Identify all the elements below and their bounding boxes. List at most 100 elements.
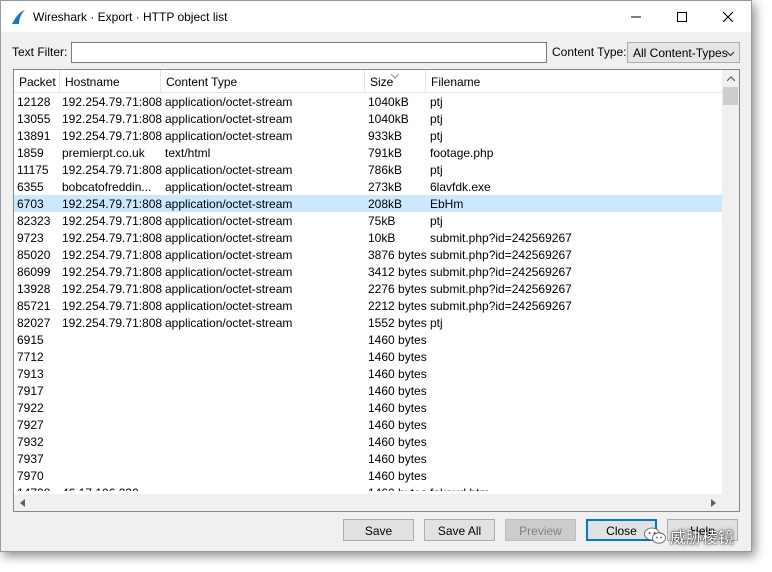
table-row[interactable]: 7970 1460 bytes: [14, 467, 722, 484]
title-bar[interactable]: Wireshark · Export · HTTP object list: [1, 1, 751, 32]
text-filter-label: Text Filter:: [12, 45, 68, 59]
hostname-cell: premierpt.co.uk: [62, 146, 145, 160]
size-cell: 1460 bytes: [368, 469, 427, 483]
table-row[interactable]: 11175 192.254.79.71:8080 application/octet…: [14, 161, 722, 178]
size-cell: 1040kB: [368, 95, 409, 109]
filename-cell: submit.php?id=242569267: [430, 265, 572, 279]
window-controls: [613, 1, 751, 32]
scroll-right-icon[interactable]: [705, 494, 722, 511]
packet-cell: 1859: [17, 146, 44, 160]
content-type-cell: application/octet-stream: [165, 112, 293, 126]
content-type-cell: application/octet-stream: [165, 95, 293, 109]
table-row[interactable]: 13891 192.254.79.71:8080 application/octet…: [14, 127, 722, 144]
table-row[interactable]: 6355 bobcatofreddin... application/octet-s…: [14, 178, 722, 195]
scrollbar-thumb[interactable]: [723, 87, 738, 105]
hostname-cell: 192.254.79.71:8080: [62, 129, 162, 143]
table-row[interactable]: 6915 1460 bytes: [14, 331, 722, 348]
packet-cell: 7937: [17, 452, 44, 466]
chevron-down-icon: [726, 47, 735, 61]
size-cell: 2212 bytes: [368, 299, 427, 313]
close-icon[interactable]: [705, 1, 751, 32]
save-all-button[interactable]: Save All: [424, 519, 495, 541]
vertical-scrollbar[interactable]: [722, 70, 739, 494]
maximize-icon[interactable]: [659, 1, 705, 32]
size-cell: 791kB: [368, 146, 403, 160]
wireshark-fin-icon: [5, 1, 31, 32]
content-type-cell: text/html: [165, 146, 211, 160]
content-type-cell: application/octet-stream: [165, 163, 293, 177]
size-cell: 3412 bytes: [368, 265, 427, 279]
table-row[interactable]: 85020 192.254.79.71:8080 application/octet…: [14, 246, 722, 263]
column-header-packet[interactable]: Packet: [14, 70, 60, 93]
table-row[interactable]: 7937 1460 bytes: [14, 450, 722, 467]
size-cell: 1460 bytes: [368, 367, 427, 381]
scrollbar-corner: [722, 494, 739, 511]
save-button[interactable]: Save: [343, 519, 414, 541]
hostname-cell: 192.254.79.71:8080: [62, 282, 162, 296]
hostname-cell: 192.254.79.71:8080: [62, 95, 162, 109]
packet-cell: 82323: [17, 214, 51, 228]
scroll-left-icon[interactable]: [14, 494, 31, 511]
column-label: Content Type: [166, 75, 238, 89]
column-header-filename[interactable]: Filename: [426, 70, 722, 93]
size-cell: 933kB: [368, 129, 403, 143]
hostname-cell: 192.254.79.71:8080: [62, 112, 162, 126]
filename-cell: ptj: [430, 129, 443, 143]
text-filter-input[interactable]: [71, 42, 547, 63]
filename-cell: EbHm: [430, 197, 464, 211]
size-cell: 1552 bytes: [368, 316, 427, 330]
table-row[interactable]: 86099 192.254.79.71:8080 application/octet…: [14, 263, 722, 280]
filename-cell: submit.php?id=242569267: [430, 299, 572, 313]
table-header: Packet Hostname Content Type Size Filena…: [14, 70, 722, 93]
column-header-content-type[interactable]: Content Type: [161, 70, 365, 93]
filter-row: Text Filter: Content Type: All Content-T…: [1, 39, 751, 65]
packet-cell: 13891: [17, 129, 51, 143]
table-row[interactable]: 7913 1460 bytes: [14, 365, 722, 382]
table-row[interactable]: 1470846.17.106.230 1460 bytesfakeurl.htm: [14, 484, 722, 491]
export-dialog: Wireshark · Export · HTTP object list Te…: [0, 0, 752, 552]
content-type-select[interactable]: All Content-Types: [627, 42, 740, 63]
table-row[interactable]: 13928 192.254.79.71:8080 application/octet…: [14, 280, 722, 297]
window-title: Wireshark · Export · HTTP object list: [33, 9, 228, 24]
size-cell: 1460 bytes: [368, 435, 427, 449]
table-row[interactable]: 7922 1460 bytes: [14, 399, 722, 416]
packet-cell: 9723: [17, 231, 44, 245]
table-row[interactable]: 7712 1460 bytes: [14, 348, 722, 365]
hostname-cell: 192.254.79.71:8080: [62, 299, 162, 313]
scroll-up-icon[interactable]: [722, 70, 739, 87]
table-row[interactable]: 82323 192.254.79.71:8080 application/octet…: [14, 212, 722, 229]
packet-cell: 6703: [17, 197, 44, 211]
packet-cell: 6915: [17, 333, 44, 347]
table-row[interactable]: 82027 192.254.79.71:8080 application/octet…: [14, 314, 722, 331]
table-row[interactable]: 7917 1460 bytes: [14, 382, 722, 399]
content-type-cell: application/octet-stream: [165, 282, 293, 296]
minimize-icon[interactable]: [613, 1, 659, 32]
preview-button[interactable]: Preview: [505, 519, 576, 541]
column-label: Hostname: [65, 75, 120, 89]
size-cell: 208kB: [368, 197, 403, 211]
column-header-size[interactable]: Size: [365, 70, 426, 93]
content-type-cell: application/octet-stream: [165, 180, 293, 194]
hostname-cell: 192.254.79.71:8080: [62, 214, 162, 228]
packet-cell: 86099: [17, 265, 51, 279]
horizontal-scrollbar[interactable]: [14, 494, 722, 511]
size-cell: 1040kB: [368, 112, 409, 126]
sort-descending-icon: [390, 70, 400, 82]
table-row[interactable]: 12128 192.254.79.71:8080 application/octet…: [14, 93, 722, 110]
filename-cell: submit.php?id=242569267: [430, 248, 572, 262]
table-row[interactable]: 7927 1460 bytes: [14, 416, 722, 433]
filename-cell: submit.php?id=242569267: [430, 282, 572, 296]
content-type-cell: application/octet-stream: [165, 248, 293, 262]
table-row[interactable]: 1859 premierpt.co.uk text/html 791kB footage…: [14, 144, 722, 161]
column-header-hostname[interactable]: Hostname: [60, 70, 161, 93]
size-cell: 273kB: [368, 180, 403, 194]
table-row[interactable]: 85721 192.254.79.71:8080 application/octet…: [14, 297, 722, 314]
table-row[interactable]: 7932 1460 bytes: [14, 433, 722, 450]
size-cell: 3876 bytes: [368, 248, 427, 262]
table-body: 12128 192.254.79.71:8080 application/octet…: [14, 93, 722, 491]
packet-cell: 7917: [17, 384, 44, 398]
table-row[interactable]: 9723 192.254.79.71:8080 application/octet-…: [14, 229, 722, 246]
table-row[interactable]: 13055 192.254.79.71:8080 application/octet…: [14, 110, 722, 127]
content-type-cell: application/octet-stream: [165, 231, 293, 245]
table-row[interactable]: 6703 192.254.79.71:8080 application/octet-…: [14, 195, 722, 212]
